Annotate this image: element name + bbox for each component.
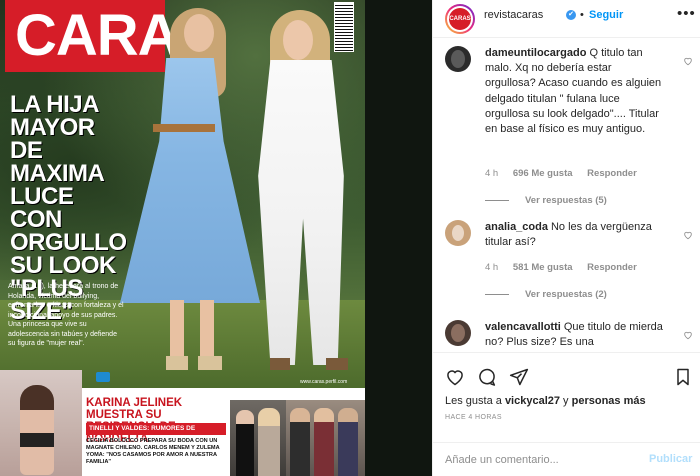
follow-button[interactable]: Seguir	[589, 9, 623, 21]
cover-subcopy: Amalia (16), la heredera al trono de Hol…	[8, 283, 124, 347]
comment-item: valencavallotti Que titulo de mierda no? …	[445, 320, 693, 352]
more-options-icon[interactable]: •••	[677, 5, 696, 22]
view-replies-button[interactable]: Ver respuestas (2)	[485, 289, 607, 300]
comment-item: dameuntilocargado Q titulo tan malo. Xq n…	[445, 46, 693, 206]
username-link[interactable]: revistacaras	[484, 9, 543, 21]
magazine-logo: CARAS	[5, 0, 217, 72]
cover-thumb-right	[286, 400, 365, 476]
post-image[interactable]: CARAS LA HIJA MAYOR DE MAXIMA LUCE CON O…	[0, 0, 432, 476]
comment-likes[interactable]: 696 Me gusta	[513, 168, 573, 179]
comment-likes[interactable]: 581 Me gusta	[513, 262, 573, 273]
like-heart-icon[interactable]	[445, 367, 465, 387]
cover-thumb-left	[0, 370, 82, 476]
like-comment-heart-icon[interactable]	[683, 56, 693, 69]
comment-text: valencavallotti Que titulo de mierda no? …	[485, 320, 665, 350]
comment-item: analia_coda No les da vergüenza titular a…	[445, 220, 693, 310]
cover-story-bar: TINELLI Y VALDES: RUMORES DE RECONCILIAC…	[86, 423, 226, 444]
cover-story-sub: CECILIA BOLOCCO PREPARA SU BODA CON UN M…	[86, 438, 220, 465]
reply-button[interactable]: Responder	[587, 262, 637, 273]
verified-badge-icon: ✔	[566, 10, 576, 20]
comment-body: Q titulo tan malo. Xq no debería estar o…	[485, 47, 662, 136]
save-bookmark-icon[interactable]	[673, 367, 693, 387]
liker-username[interactable]: vickycal27	[505, 395, 560, 407]
comment-time: 4 h	[485, 262, 499, 273]
publish-button[interactable]: Publicar	[649, 453, 692, 465]
comment-time: 4 h	[485, 168, 499, 179]
likes-summary: Les gusta a vickycal27 y personas más	[445, 395, 646, 407]
cover-website: www.caras.perfil.com	[300, 379, 348, 385]
post-sidebar: CARAS revistacaras ✔ • Seguir ••• dameun…	[432, 0, 700, 476]
like-comment-heart-icon[interactable]	[683, 230, 693, 243]
comment-avatar[interactable]	[445, 46, 471, 72]
reply-button[interactable]: Responder	[587, 168, 637, 179]
comments-list[interactable]: dameuntilocargado Q titulo tan malo. Xq n…	[433, 38, 700, 352]
comment-meta: 4 h 696 Me gusta Responder	[485, 168, 649, 179]
like-comment-heart-icon[interactable]	[683, 330, 693, 343]
comment-input[interactable]	[445, 451, 635, 469]
comment-bubble-icon[interactable]	[477, 367, 497, 387]
comment-meta: 4 h 581 Me gusta Responder	[485, 262, 649, 273]
comment-avatar[interactable]	[445, 320, 471, 346]
comment-text: analia_coda No les da vergüenza titular a…	[485, 220, 665, 250]
likes-others-link[interactable]: personas más	[572, 395, 646, 407]
instagram-post-view: CARAS LA HIJA MAYOR DE MAXIMA LUCE CON O…	[0, 0, 700, 476]
comment-text: dameuntilocargado Q titulo tan malo. Xq n…	[485, 46, 665, 137]
post-header: CARAS revistacaras ✔ • Seguir •••	[433, 0, 700, 38]
separator: •	[580, 9, 584, 21]
view-replies-button[interactable]: Ver respuestas (5)	[485, 195, 607, 206]
comment-username[interactable]: valencavallotti	[485, 321, 561, 333]
cover-thumb-mid	[230, 400, 286, 476]
post-timestamp[interactable]: HACE 4 HORAS	[445, 414, 502, 421]
barcode	[334, 2, 354, 52]
avatar-logo: CARAS	[449, 8, 471, 30]
comment-username[interactable]: analia_coda	[485, 221, 548, 233]
post-actions: Les gusta a vickycal27 y personas más HA…	[433, 352, 700, 442]
share-paper-plane-icon[interactable]	[509, 367, 529, 387]
comment-avatar[interactable]	[445, 220, 471, 246]
comment-username[interactable]: dameuntilocargado	[485, 47, 586, 59]
avatar[interactable]: CARAS	[445, 4, 475, 34]
cover-badge	[96, 372, 110, 382]
add-comment-bar: Publicar	[433, 442, 700, 476]
